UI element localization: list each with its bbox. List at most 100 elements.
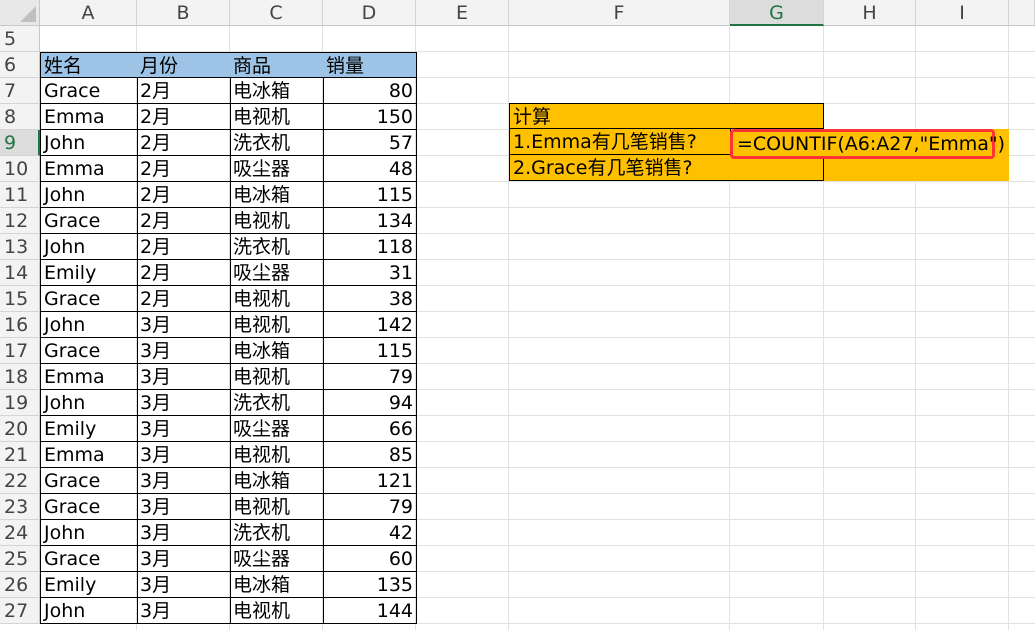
data-cell-product[interactable]: 洗衣机 <box>230 234 324 260</box>
data-cell-product[interactable]: 电视机 <box>230 104 324 130</box>
data-cell-product[interactable]: 电视机 <box>230 598 324 624</box>
spreadsheet-grid[interactable]: ABCDEFGHI 5 6 7 8 9 10 11 12 13 14 15 16 17 18 19 20 21 2… <box>0 0 1035 630</box>
data-cell-name[interactable]: Grace <box>40 546 138 572</box>
data-cell-product[interactable]: 洗衣机 <box>230 130 324 156</box>
data-cell-month[interactable]: 2月 <box>137 182 231 208</box>
data-cell-name[interactable]: Emma <box>40 442 138 468</box>
data-cell-name[interactable]: John <box>40 390 138 416</box>
data-cell-product[interactable]: 吸尘器 <box>230 416 324 442</box>
data-cell-name[interactable]: John <box>40 182 138 208</box>
question-2-cell[interactable]: 2.Grace有几笔销售? <box>509 155 731 181</box>
calc-title-cell[interactable]: 计算 <box>509 103 731 129</box>
row-header-23[interactable]: 23 <box>0 494 40 520</box>
data-cell-name[interactable]: Grace <box>40 338 138 364</box>
column-header-c[interactable]: C <box>230 0 323 26</box>
data-cell-name[interactable]: John <box>40 520 138 546</box>
data-cell-product[interactable]: 电冰箱 <box>230 338 324 364</box>
data-cell-product[interactable]: 电视机 <box>230 312 324 338</box>
header-cell-name[interactable]: 姓名 <box>40 52 138 78</box>
data-cell-name[interactable]: Emma <box>40 364 138 390</box>
column-header-j-partial[interactable] <box>1009 0 1035 26</box>
data-cell-product[interactable]: 电视机 <box>230 442 324 468</box>
data-cell-product[interactable]: 电视机 <box>230 494 324 520</box>
data-cell-product[interactable]: 吸尘器 <box>230 156 324 182</box>
data-cell-qty[interactable]: 142 <box>323 312 417 338</box>
row-header-13[interactable]: 13 <box>0 234 40 260</box>
data-cell-qty[interactable]: 144 <box>323 598 417 624</box>
data-cell-name[interactable]: Grace <box>40 494 138 520</box>
data-cell-qty[interactable]: 115 <box>323 182 417 208</box>
column-header-e[interactable]: E <box>416 0 509 26</box>
data-cell-product[interactable]: 洗衣机 <box>230 520 324 546</box>
data-cell-qty[interactable]: 31 <box>323 260 417 286</box>
data-cell-name[interactable]: Grace <box>40 468 138 494</box>
select-all-corner[interactable] <box>0 0 40 26</box>
row-header-6[interactable]: 6 <box>0 52 40 78</box>
formula-cell-active[interactable]: =COUNTIF(A6:A27,"Emma") <box>730 129 1005 159</box>
data-cell-month[interactable]: 3月 <box>137 468 231 494</box>
data-cell-month[interactable]: 2月 <box>137 208 231 234</box>
data-cell-product[interactable]: 电冰箱 <box>230 468 324 494</box>
data-cell-product[interactable]: 电视机 <box>230 208 324 234</box>
data-cell-name[interactable]: John <box>40 130 138 156</box>
data-cell-name[interactable]: Grace <box>40 208 138 234</box>
data-cell-name[interactable]: Emily <box>40 260 138 286</box>
data-cell-name[interactable]: Emily <box>40 572 138 598</box>
data-cell-name[interactable]: John <box>40 234 138 260</box>
data-cell-month[interactable]: 3月 <box>137 494 231 520</box>
data-cell-product[interactable]: 电视机 <box>230 286 324 312</box>
data-cell-qty[interactable]: 135 <box>323 572 417 598</box>
column-header-b[interactable]: B <box>137 0 230 26</box>
data-cell-month[interactable]: 2月 <box>137 130 231 156</box>
data-cell-name[interactable]: Emma <box>40 104 138 130</box>
row-header-22[interactable]: 22 <box>0 468 40 494</box>
data-cell-qty[interactable]: 150 <box>323 104 417 130</box>
column-header-g[interactable]: G <box>730 0 824 26</box>
data-cell-qty[interactable]: 134 <box>323 208 417 234</box>
column-header-h[interactable]: H <box>824 0 916 26</box>
row-header-19[interactable]: 19 <box>0 390 40 416</box>
data-cell-qty[interactable]: 57 <box>323 130 417 156</box>
data-cell-month[interactable]: 2月 <box>137 156 231 182</box>
row-header-8[interactable]: 8 <box>0 104 40 130</box>
data-cell-name[interactable]: John <box>40 312 138 338</box>
row-header-10[interactable]: 10 <box>0 156 40 182</box>
row-header-20[interactable]: 20 <box>0 416 40 442</box>
column-header-a[interactable]: A <box>40 0 137 26</box>
data-cell-qty[interactable]: 48 <box>323 156 417 182</box>
data-cell-month[interactable]: 3月 <box>137 598 231 624</box>
data-cell-month[interactable]: 2月 <box>137 234 231 260</box>
data-cell-qty[interactable]: 121 <box>323 468 417 494</box>
data-cell-qty[interactable]: 38 <box>323 286 417 312</box>
column-header-d[interactable]: D <box>323 0 416 26</box>
data-cell-product[interactable]: 电视机 <box>230 364 324 390</box>
column-header-i[interactable]: I <box>916 0 1009 26</box>
row-header-16[interactable]: 16 <box>0 312 40 338</box>
row-header-5[interactable]: 5 <box>0 26 40 52</box>
calc-title-value-cell[interactable] <box>730 103 824 129</box>
row-header-9[interactable]: 9 <box>0 130 40 156</box>
data-cell-name[interactable]: Grace <box>40 78 138 104</box>
data-cell-month[interactable]: 2月 <box>137 260 231 286</box>
data-cell-product[interactable]: 洗衣机 <box>230 390 324 416</box>
data-cell-month[interactable]: 3月 <box>137 390 231 416</box>
data-cell-month[interactable]: 3月 <box>137 442 231 468</box>
data-cell-qty[interactable]: 79 <box>323 364 417 390</box>
data-cell-qty[interactable]: 94 <box>323 390 417 416</box>
column-header-f[interactable]: F <box>509 0 730 26</box>
row-header-25[interactable]: 25 <box>0 546 40 572</box>
row-header-11[interactable]: 11 <box>0 182 40 208</box>
data-cell-month[interactable]: 3月 <box>137 416 231 442</box>
data-cell-month[interactable]: 2月 <box>137 104 231 130</box>
data-cell-name[interactable]: Emma <box>40 156 138 182</box>
header-cell-qty[interactable]: 销量 <box>323 52 417 78</box>
header-cell-month[interactable]: 月份 <box>137 52 231 78</box>
row-header-12[interactable]: 12 <box>0 208 40 234</box>
row-header-14[interactable]: 14 <box>0 260 40 286</box>
data-cell-month[interactable]: 2月 <box>137 78 231 104</box>
row-header-27[interactable]: 27 <box>0 598 40 624</box>
row-header-15[interactable]: 15 <box>0 286 40 312</box>
row-header-26[interactable]: 26 <box>0 572 40 598</box>
data-cell-qty[interactable]: 85 <box>323 442 417 468</box>
data-cell-month[interactable]: 3月 <box>137 520 231 546</box>
